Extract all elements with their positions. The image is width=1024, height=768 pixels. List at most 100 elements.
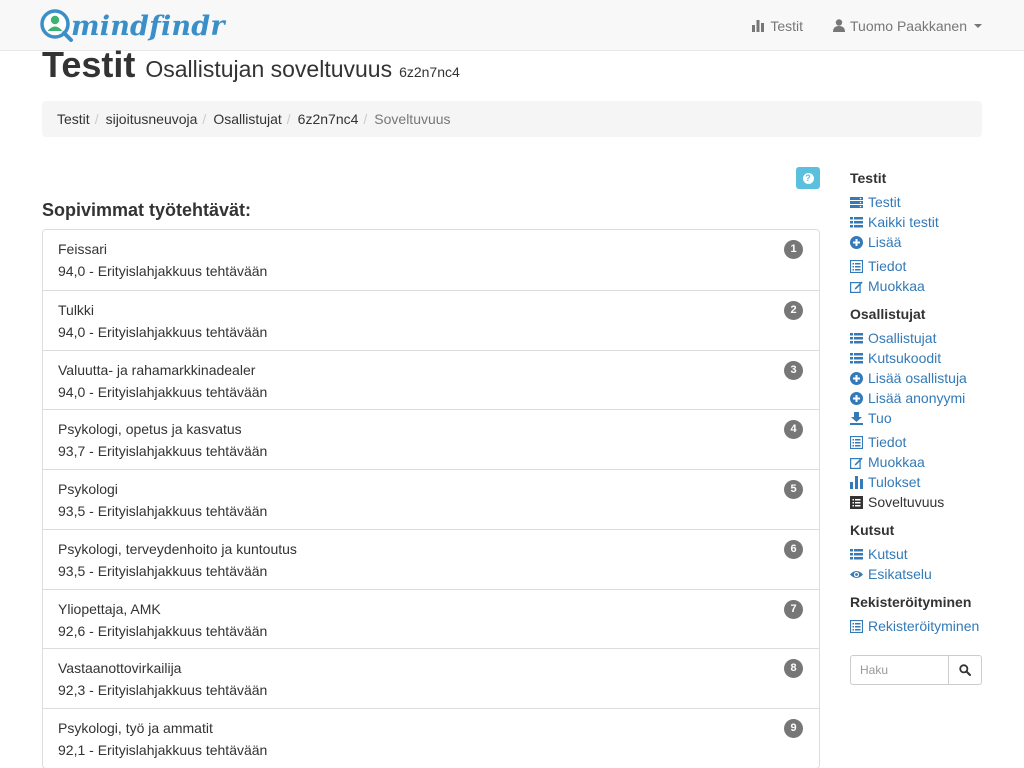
breadcrumb-separator: / <box>202 111 207 127</box>
job-list-item[interactable]: Tulkki 94,0 - Erityislahjakkuus tehtävää… <box>43 289 819 350</box>
sidebar-link-registration[interactable]: Rekisteröityminen <box>850 616 990 636</box>
question-circle-icon: ? <box>802 172 814 184</box>
sidebar-link-import[interactable]: Tuo <box>850 408 990 428</box>
bar-chart-icon <box>752 19 765 32</box>
page-title: Testit <box>42 44 136 85</box>
import-icon <box>850 411 863 425</box>
job-title: Feissari <box>58 241 108 257</box>
sidebar-heading-registration: Rekisteröityminen <box>850 594 972 610</box>
breadcrumb-participant[interactable]: 6z2n7nc4 <box>298 111 359 127</box>
sidebar-link-tests[interactable]: Testit <box>850 192 990 212</box>
sidebar-link-edit-test[interactable]: Muokkaa <box>850 276 990 296</box>
page-header: Testit Osallistujan soveltuvuus 6z2n7nc4 <box>42 44 460 86</box>
sidebar-link-label: Tulokset <box>868 474 921 490</box>
bar-chart-icon <box>850 475 863 489</box>
job-list-item[interactable]: Feissari 94,0 - Erityislahjakkuus tehtäv… <box>43 230 819 290</box>
sidebar-link-suitability[interactable]: Soveltuvuus <box>850 492 990 512</box>
sidebar-link-label: Kaikki testit <box>868 214 939 230</box>
user-menu-dropdown[interactable]: Tuomo Paakkanen <box>833 18 982 34</box>
rank-badge: 7 <box>784 599 803 619</box>
plus-circle-icon <box>850 371 863 385</box>
job-score: 94,0 - Erityislahjakkuus tehtävään <box>58 383 268 400</box>
job-list-item[interactable]: Psykologi 93,5 - Erityislahjakkuus tehtä… <box>43 469 819 529</box>
job-score: 93,5 - Erityislahjakkuus tehtävään <box>58 562 268 579</box>
search-icon <box>959 664 971 676</box>
sidebar-link-label: Kutsut <box>868 546 908 562</box>
rank-badge: 2 <box>784 300 803 320</box>
best-jobs-heading: Sopivimmat työtehtävät: <box>42 200 252 220</box>
job-title: Tulkki <box>58 301 95 318</box>
list-alt-icon <box>850 495 863 509</box>
rank-badge: 6 <box>784 539 803 559</box>
sidebar-link-participants[interactable]: Osallistujat <box>850 328 990 348</box>
rank-badge: 3 <box>784 360 803 380</box>
breadcrumb-tests[interactable]: Testit <box>57 111 90 127</box>
job-score: 92,3 - Erityislahjakkuus tehtävään <box>58 682 268 699</box>
breadcrumb-separator: / <box>363 111 368 127</box>
sidebar-link-participant-details[interactable]: Tiedot <box>850 432 990 452</box>
list-alt-icon <box>850 435 863 449</box>
sidebar-link-results[interactable]: Tulokset <box>850 472 990 492</box>
breadcrumb-test-name[interactable]: sijoitusneuvoja <box>106 111 198 127</box>
sidebar-link-edit-participant[interactable]: Muokkaa <box>850 452 990 472</box>
rank-badge: 9 <box>784 719 803 738</box>
sidebar-link-all-tests[interactable]: Kaikki testit <box>850 212 990 232</box>
job-list-item[interactable]: Valuutta- ja rahamarkkinadealer 94,0 - E… <box>43 349 819 410</box>
search-button[interactable] <box>949 655 982 685</box>
help-button[interactable]: ? <box>796 167 820 189</box>
sidebar-link-invite-codes[interactable]: Kutsukoodit <box>850 348 990 368</box>
sidebar-link-invites[interactable]: Kutsut <box>850 544 990 564</box>
search-input[interactable] <box>850 655 949 685</box>
job-list-item[interactable]: Psykologi, työ ja ammatit 92,1 - Erityis… <box>43 708 819 768</box>
page-subtitle: Osallistujan soveltuvuus <box>145 56 393 82</box>
nav-tests-link[interactable]: Testit <box>752 18 803 34</box>
sidebar-link-label: Tiedot <box>868 434 907 450</box>
list-alt-icon <box>850 619 863 633</box>
job-score: 94,0 - Erityislahjakkuus tehtävään <box>58 263 268 279</box>
sidebar-link-label: Rekisteröityminen <box>868 618 980 634</box>
caret-down-icon <box>974 23 982 28</box>
sidebar-link-add-anonymous[interactable]: Lisää anonyymi <box>850 388 990 408</box>
sidebar-link-preview[interactable]: Esikatselu <box>850 564 990 584</box>
job-score: 92,6 - Erityislahjakkuus tehtävään <box>58 622 268 639</box>
breadcrumb-participants[interactable]: Osallistujat <box>213 111 281 127</box>
sidebar-heading-tests: Testit <box>850 170 887 186</box>
user-name-label: Tuomo Paakkanen <box>850 17 967 34</box>
job-list-item[interactable]: Vastaanottovirkailija 92,3 - Erityislahj… <box>43 648 819 708</box>
sidebar-link-add-participant[interactable]: Lisää osallistuja <box>850 368 990 388</box>
sidebar-link-label: Muokkaa <box>868 454 925 470</box>
sidebar-link-test-details[interactable]: Tiedot <box>850 256 990 276</box>
plus-circle-icon <box>850 391 863 405</box>
sidebar-link-add-test[interactable]: Lisää <box>850 232 990 252</box>
job-list-item[interactable]: Psykologi, opetus ja kasvatus 93,7 - Eri… <box>43 409 819 469</box>
edit-icon <box>850 281 863 293</box>
sidebar-link-label: Osallistujat <box>868 330 937 346</box>
job-score: 92,1 - Erityislahjakkuus tehtävään <box>58 742 268 758</box>
sidebar-link-label: Tuo <box>868 410 892 426</box>
sidebar-link-label: Lisää anonyymi <box>868 390 966 406</box>
sidebar-heading-invites: Kutsut <box>850 522 895 538</box>
sidebar-link-label: Lisää osallistuja <box>868 370 967 386</box>
breadcrumb-separator: / <box>286 111 291 127</box>
nav-tests-label: Testit <box>770 17 803 34</box>
brand-logo[interactable]: mindfindr <box>40 8 225 44</box>
job-title: Psykologi, terveydenhoito ja kuntoutus <box>58 540 297 557</box>
job-score: 93,7 - Erityislahjakkuus tehtävään <box>58 443 268 460</box>
job-list-item[interactable]: Yliopettaja, AMK 92,6 - Erityislahjakkuu… <box>43 588 819 649</box>
plus-circle-icon <box>850 235 863 249</box>
list-alt-icon <box>850 259 863 273</box>
sidebar-heading-participants: Osallistujat <box>850 306 926 322</box>
breadcrumb-separator: / <box>94 111 99 127</box>
job-list-item[interactable]: Psykologi, terveydenhoito ja kuntoutus 9… <box>43 528 819 589</box>
participant-code: 6z2n7nc4 <box>399 64 460 80</box>
list-icon <box>850 216 863 227</box>
sidebar-nav: Testit Testit Kaikki testit Lisää Tiedot… <box>850 168 990 636</box>
breadcrumb-current: Soveltuvuus <box>374 111 451 127</box>
list-icon <box>850 548 863 559</box>
job-title: Vastaanottovirkailija <box>58 660 182 677</box>
job-title: Yliopettaja, AMK <box>58 600 161 617</box>
list-icon <box>850 332 863 343</box>
